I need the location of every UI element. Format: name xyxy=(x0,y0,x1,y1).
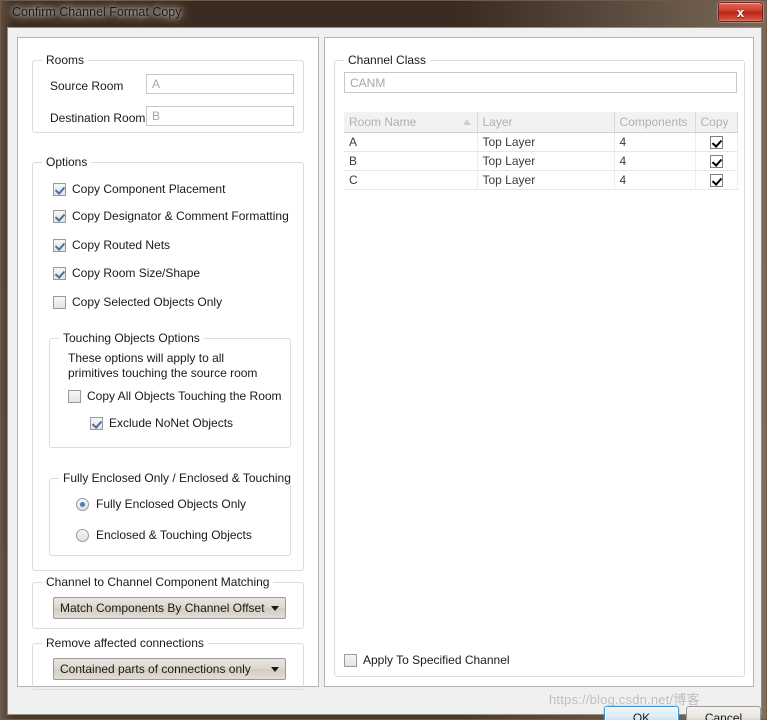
column-header-copy[interactable]: Copy xyxy=(695,112,738,133)
checkbox-copy-component-placement[interactable]: Copy Component Placement xyxy=(53,182,225,196)
channel-class-input[interactable] xyxy=(344,72,737,93)
checkbox-icon xyxy=(90,416,103,430)
cell-layer: Top Layer xyxy=(477,132,615,152)
channel-class-group-title: Channel Class xyxy=(344,53,431,67)
cancel-button[interactable]: Cancel xyxy=(686,706,761,720)
column-header-label: Components xyxy=(619,115,688,129)
radio-enclosed-and-touching-objects[interactable]: Enclosed & Touching Objects xyxy=(76,528,252,542)
ok-button-label: OK xyxy=(632,711,651,720)
right-panel: Channel Class Room Name xyxy=(324,37,754,687)
checkbox-copy-room-size-shape[interactable]: Copy Room Size/Shape xyxy=(53,266,200,280)
cell-components: 4 xyxy=(614,151,696,171)
cell-layer: Top Layer xyxy=(477,151,615,171)
row-copy-checkbox-icon[interactable] xyxy=(709,155,723,169)
checkbox-label: Copy Routed Nets xyxy=(72,238,171,252)
cell-components: 4 xyxy=(614,132,696,152)
channel-matching-dropdown[interactable]: Match Components By Channel Offsets xyxy=(53,597,286,619)
row-copy-checkbox-icon[interactable] xyxy=(709,174,723,188)
dialog-client-area: Rooms Source Room Destination Room Optio… xyxy=(7,27,762,720)
channel-class-group: Channel Class Room Name xyxy=(334,53,745,677)
radio-icon xyxy=(76,528,89,542)
checkbox-label: Copy Room Size/Shape xyxy=(72,266,201,280)
checkbox-copy-selected-objects-only[interactable]: Copy Selected Objects Only xyxy=(53,295,222,309)
sort-ascending-icon xyxy=(462,119,471,125)
checkbox-label: Exclude NoNet Objects xyxy=(109,416,234,430)
column-header-label: Room Name xyxy=(349,115,417,129)
close-icon: x xyxy=(736,4,745,20)
checkbox-icon xyxy=(53,295,66,309)
column-header-layer[interactable]: Layer xyxy=(477,112,615,133)
destination-room-input[interactable] xyxy=(146,106,294,126)
destination-room-label: Destination Room xyxy=(50,111,146,125)
cell-copy[interactable] xyxy=(695,132,738,152)
options-group-title: Options xyxy=(42,155,92,169)
radio-label: Enclosed & Touching Objects xyxy=(96,528,252,542)
cell-components: 4 xyxy=(614,170,696,190)
radio-label: Fully Enclosed Objects Only xyxy=(96,497,247,511)
remove-connections-group: Remove affected connections Contained pa… xyxy=(32,636,304,690)
cell-layer: Top Layer xyxy=(477,170,615,190)
cell-room-name: B xyxy=(344,151,478,171)
ok-button[interactable]: OK xyxy=(604,706,679,720)
checkbox-apply-to-specified-channel[interactable]: Apply To Specified Channel xyxy=(344,653,510,667)
radio-icon xyxy=(76,497,89,511)
touching-objects-group: Touching Objects Options These options w… xyxy=(49,331,291,448)
fully-enclosed-group-title: Fully Enclosed Only / Enclosed & Touchin… xyxy=(59,471,295,485)
cancel-button-label: Cancel xyxy=(704,711,743,720)
checkbox-icon xyxy=(68,389,81,403)
checkbox-icon xyxy=(53,266,66,280)
rooms-group: Rooms Source Room Destination Room xyxy=(32,53,304,133)
title-bar: Confirm Channel Format Copy x xyxy=(1,1,767,27)
fully-enclosed-group: Fully Enclosed Only / Enclosed & Touchin… xyxy=(49,471,295,556)
cell-room-name: C xyxy=(344,170,478,190)
options-group: Options Copy Component Placement Copy De… xyxy=(32,155,304,571)
touching-objects-note: These options will apply to all primitiv… xyxy=(68,351,258,380)
remove-connections-value: Contained parts of connections only xyxy=(60,662,251,676)
source-room-input[interactable] xyxy=(146,74,294,94)
column-header-components[interactable]: Components xyxy=(614,112,696,133)
table-row[interactable]: C Top Layer 4 xyxy=(344,170,738,190)
channel-matching-value: Match Components By Channel Offsets xyxy=(60,601,265,615)
column-header-label: Layer xyxy=(482,115,513,129)
checkbox-icon xyxy=(53,182,66,196)
checkbox-label: Copy Component Placement xyxy=(72,182,226,196)
radio-fully-enclosed-objects-only[interactable]: Fully Enclosed Objects Only xyxy=(76,497,246,511)
cell-room-name: A xyxy=(344,132,478,152)
cell-copy[interactable] xyxy=(695,151,738,171)
table-row[interactable]: A Top Layer 4 xyxy=(344,132,738,152)
cell-copy[interactable] xyxy=(695,170,738,190)
chevron-down-icon xyxy=(265,606,285,611)
chevron-down-icon xyxy=(265,667,285,672)
checkbox-icon xyxy=(53,238,66,252)
column-header-room-name[interactable]: Room Name xyxy=(344,112,478,133)
dialog-window: Confirm Channel Format Copy x Rooms Sour… xyxy=(0,0,767,720)
row-copy-checkbox-icon[interactable] xyxy=(709,136,723,150)
source-room-label: Source Room xyxy=(50,79,124,93)
table-row[interactable]: B Top Layer 4 xyxy=(344,151,738,171)
checkbox-icon xyxy=(344,653,357,667)
checkbox-copy-all-objects-touching-room[interactable]: Copy All Objects Touching the Room xyxy=(68,389,282,403)
checkbox-copy-routed-nets[interactable]: Copy Routed Nets xyxy=(53,238,170,252)
checkbox-label: Copy Designator & Comment Formatting xyxy=(72,209,289,223)
channel-matching-group-title: Channel to Channel Component Matching xyxy=(42,575,274,589)
checkbox-label: Copy All Objects Touching the Room xyxy=(87,389,282,403)
channel-matching-group: Channel to Channel Component Matching Ma… xyxy=(32,575,304,629)
checkbox-label: Copy Selected Objects Only xyxy=(72,295,223,309)
checkbox-exclude-nonet-objects[interactable]: Exclude NoNet Objects xyxy=(90,416,233,430)
column-header-label: Copy xyxy=(700,115,729,129)
remove-connections-group-title: Remove affected connections xyxy=(42,636,208,650)
checkbox-copy-designator-comment-formatting[interactable]: Copy Designator & Comment Formatting xyxy=(53,209,289,223)
checkbox-label: Apply To Specified Channel xyxy=(363,653,510,667)
rooms-group-title: Rooms xyxy=(42,53,89,67)
channel-class-table: Room Name Layer Components Copy A Top La… xyxy=(344,112,738,190)
remove-connections-dropdown[interactable]: Contained parts of connections only xyxy=(53,658,286,680)
touching-objects-group-title: Touching Objects Options xyxy=(59,331,204,345)
window-title: Confirm Channel Format Copy xyxy=(12,5,182,19)
checkbox-icon xyxy=(53,209,66,223)
close-button[interactable]: x xyxy=(718,2,763,22)
table-header-row: Room Name Layer Components Copy xyxy=(344,112,738,133)
left-panel: Rooms Source Room Destination Room Optio… xyxy=(17,37,319,690)
